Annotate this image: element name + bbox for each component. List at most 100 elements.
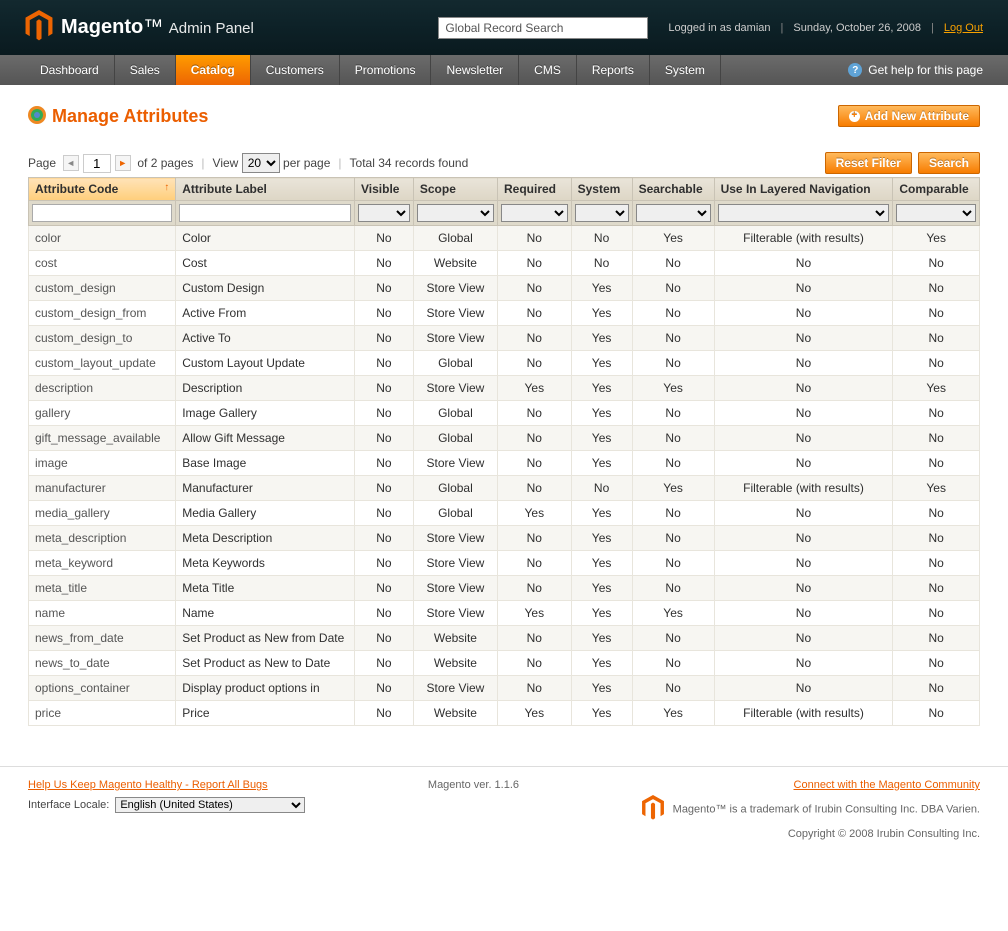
col-header[interactable]: Scope — [413, 178, 497, 201]
cell-code: name — [29, 601, 176, 626]
cell-scope: Global — [413, 426, 497, 451]
cell-required: No — [497, 626, 571, 651]
cell-required: No — [497, 251, 571, 276]
col-header[interactable]: Comparable — [893, 178, 980, 201]
reset-filter-button[interactable]: Reset Filter — [825, 152, 912, 174]
table-row[interactable]: media_galleryMedia GalleryNoGlobalYesYes… — [29, 501, 980, 526]
page-next-button[interactable]: ► — [115, 155, 131, 171]
filter-select[interactable] — [358, 204, 410, 222]
cell-layered: No — [714, 676, 893, 701]
logged-in-text: Logged in as damian — [668, 22, 770, 34]
nav-item-system[interactable]: System — [650, 55, 721, 85]
cell-scope: Store View — [413, 451, 497, 476]
table-row[interactable]: descriptionDescriptionNoStore ViewYesYes… — [29, 376, 980, 401]
table-row[interactable]: custom_design_toActive ToNoStore ViewNoY… — [29, 326, 980, 351]
page-number-input[interactable] — [83, 154, 111, 173]
locale-select[interactable]: English (United States) — [115, 797, 305, 813]
cell-label: Custom Design — [176, 276, 355, 301]
nav-item-customers[interactable]: Customers — [251, 55, 340, 85]
nav-item-promotions[interactable]: Promotions — [340, 55, 432, 85]
cell-code: image — [29, 451, 176, 476]
page-prev-button[interactable]: ◄ — [63, 155, 79, 171]
col-header[interactable]: Attribute Code↑ — [29, 178, 176, 201]
nav-item-sales[interactable]: Sales — [115, 55, 176, 85]
nav-item-newsletter[interactable]: Newsletter — [431, 55, 519, 85]
nav-item-catalog[interactable]: Catalog — [176, 55, 251, 85]
filter-select[interactable] — [417, 204, 494, 222]
table-row[interactable]: pricePriceNoWebsiteYesYesYesFilterable (… — [29, 701, 980, 726]
version-text: Magento ver. 1.1.6 — [428, 779, 519, 791]
cell-visible: No — [354, 526, 413, 551]
cell-required: Yes — [497, 501, 571, 526]
filter-input[interactable] — [179, 204, 351, 222]
cell-scope: Store View — [413, 676, 497, 701]
filter-select[interactable] — [501, 204, 568, 222]
cell-system: Yes — [571, 426, 632, 451]
table-row[interactable]: options_containerDisplay product options… — [29, 676, 980, 701]
cell-label: Image Gallery — [176, 401, 355, 426]
col-header[interactable]: Searchable — [632, 178, 714, 201]
filter-select[interactable] — [718, 204, 890, 222]
table-row[interactable]: galleryImage GalleryNoGlobalNoYesNoNoNo — [29, 401, 980, 426]
table-row[interactable]: colorColorNoGlobalNoNoYesFilterable (wit… — [29, 226, 980, 251]
cell-scope: Global — [413, 476, 497, 501]
table-row[interactable]: manufacturerManufacturerNoGlobalNoNoYesF… — [29, 476, 980, 501]
col-header[interactable]: Use In Layered Navigation — [714, 178, 893, 201]
table-row[interactable]: costCostNoWebsiteNoNoNoNoNo — [29, 251, 980, 276]
main-nav: DashboardSalesCatalogCustomersPromotions… — [0, 55, 1008, 85]
global-search-input[interactable] — [438, 17, 648, 39]
col-header[interactable]: Visible — [354, 178, 413, 201]
col-header[interactable]: System — [571, 178, 632, 201]
cell-system: Yes — [571, 676, 632, 701]
help-link[interactable]: ? Get help for this page — [848, 55, 983, 85]
col-header[interactable]: Attribute Label — [176, 178, 355, 201]
nav-item-dashboard[interactable]: Dashboard — [25, 55, 115, 85]
cell-visible: No — [354, 326, 413, 351]
cell-label: Cost — [176, 251, 355, 276]
cell-comparable: No — [893, 551, 980, 576]
cell-scope: Website — [413, 251, 497, 276]
table-filter-row — [29, 201, 980, 226]
cell-system: Yes — [571, 576, 632, 601]
cell-system: No — [571, 226, 632, 251]
table-row[interactable]: news_to_dateSet Product as New to DateNo… — [29, 651, 980, 676]
perpage-select[interactable]: 20 — [242, 153, 280, 173]
logo: Magento™ Admin Panel — [25, 10, 254, 45]
report-bugs-link[interactable]: Help Us Keep Magento Healthy - Report Al… — [28, 779, 268, 791]
table-row[interactable]: gift_message_availableAllow Gift Message… — [29, 426, 980, 451]
cell-system: Yes — [571, 551, 632, 576]
table-row[interactable]: meta_descriptionMeta DescriptionNoStore … — [29, 526, 980, 551]
add-attribute-button[interactable]: + Add New Attribute — [838, 105, 980, 127]
table-row[interactable]: nameNameNoStore ViewYesYesYesNoNo — [29, 601, 980, 626]
table-row[interactable]: custom_design_fromActive FromNoStore Vie… — [29, 301, 980, 326]
table-row[interactable]: custom_layout_updateCustom Layout Update… — [29, 351, 980, 376]
cell-scope: Store View — [413, 551, 497, 576]
header: Magento™ Admin Panel Logged in as damian… — [0, 0, 1008, 55]
table-row[interactable]: meta_keywordMeta KeywordsNoStore ViewNoY… — [29, 551, 980, 576]
nav-item-cms[interactable]: CMS — [519, 55, 577, 85]
locale-label: Interface Locale: — [28, 799, 109, 811]
filter-input[interactable] — [32, 204, 172, 222]
filter-select[interactable] — [896, 204, 976, 222]
community-link[interactable]: Connect with the Magento Community — [794, 779, 980, 791]
cell-comparable: No — [893, 251, 980, 276]
header-right: Logged in as damian | Sunday, October 26… — [668, 22, 983, 34]
page-title: Manage Attributes — [52, 106, 208, 127]
filter-select[interactable] — [575, 204, 629, 222]
table-row[interactable]: news_from_dateSet Product as New from Da… — [29, 626, 980, 651]
cell-system: Yes — [571, 301, 632, 326]
cell-layered: No — [714, 526, 893, 551]
table-row[interactable]: custom_designCustom DesignNoStore ViewNo… — [29, 276, 980, 301]
col-header[interactable]: Required — [497, 178, 571, 201]
cell-code: manufacturer — [29, 476, 176, 501]
cell-searchable: No — [632, 451, 714, 476]
cell-searchable: No — [632, 426, 714, 451]
table-row[interactable]: meta_titleMeta TitleNoStore ViewNoYesNoN… — [29, 576, 980, 601]
nav-item-reports[interactable]: Reports — [577, 55, 650, 85]
filter-select[interactable] — [636, 204, 711, 222]
search-button[interactable]: Search — [918, 152, 980, 174]
table-row[interactable]: imageBase ImageNoStore ViewNoYesNoNoNo — [29, 451, 980, 476]
cell-searchable: No — [632, 301, 714, 326]
logout-link[interactable]: Log Out — [944, 22, 983, 34]
cell-comparable: Yes — [893, 376, 980, 401]
